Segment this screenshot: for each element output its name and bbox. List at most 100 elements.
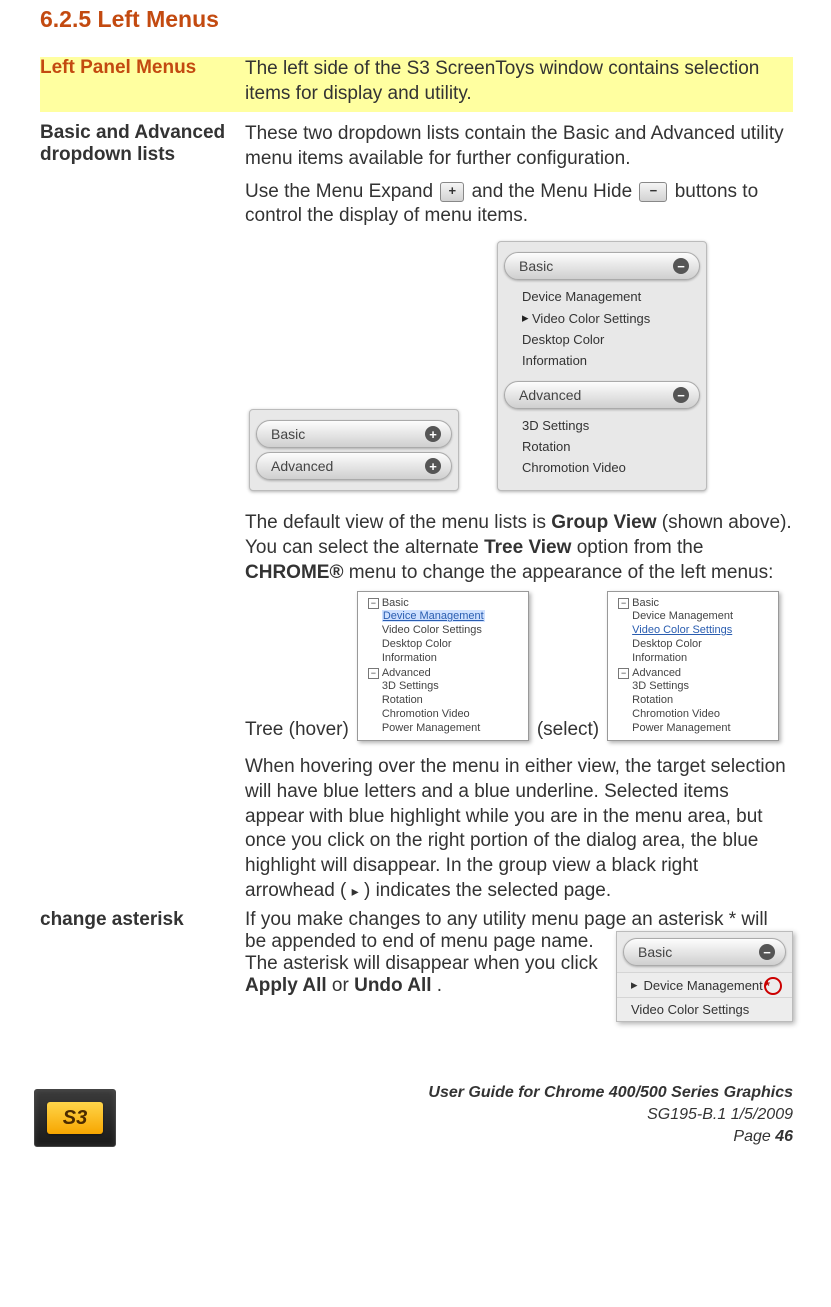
item-label: Information bbox=[522, 353, 587, 368]
label-dropdowns: Basic and Advanced dropdown lists bbox=[40, 112, 245, 909]
pill-label: Basic bbox=[271, 426, 305, 442]
page-number: 46 bbox=[775, 1128, 793, 1145]
pill-basic-asterisk[interactable]: Basic − bbox=[623, 938, 786, 966]
list-item[interactable]: Video Color Settings bbox=[617, 997, 792, 1021]
s3-logo-text: S3 bbox=[47, 1102, 103, 1134]
panel-expanded: Basic − Device Management ▸Video Color S… bbox=[497, 241, 707, 491]
tree-node[interactable]: Basic bbox=[632, 597, 659, 609]
tree-toggle-icon[interactable]: − bbox=[618, 598, 629, 609]
tree-node[interactable]: Advanced bbox=[382, 667, 431, 679]
footer-doc-id: SG195-B.1 1/5/2009 bbox=[428, 1104, 793, 1126]
panel-collapsed: Basic + Advanced + bbox=[249, 409, 459, 491]
tree-item[interactable]: Device Management bbox=[632, 609, 774, 623]
tree-item[interactable]: Power Management bbox=[632, 721, 774, 735]
list-item[interactable]: Device Management bbox=[518, 286, 700, 307]
item-label: Device Management bbox=[522, 289, 641, 304]
txt: menu to change the appearance of the lef… bbox=[349, 562, 774, 583]
list-item-marked[interactable]: ▸ Device Management * bbox=[617, 972, 792, 997]
menu-hide-icon: − bbox=[639, 182, 667, 202]
list-item[interactable]: Chromotion Video bbox=[518, 457, 700, 478]
caret-icon: ▸ bbox=[522, 310, 532, 326]
txt: The default view of the menu lists is bbox=[245, 512, 551, 533]
tree-item[interactable]: Rotation bbox=[632, 693, 774, 707]
red-circle-icon bbox=[764, 977, 782, 995]
menu-expand-icon: + bbox=[440, 182, 464, 202]
list-item[interactable]: Desktop Color bbox=[518, 329, 700, 350]
item-label: Device Management bbox=[644, 978, 763, 993]
dropdowns-expand-hide-text: Use the Menu Expand + and the Menu Hide … bbox=[245, 180, 793, 229]
tree-node[interactable]: Basic bbox=[382, 597, 409, 609]
tree-item[interactable]: Chromotion Video bbox=[632, 707, 774, 721]
item-label: Device Management bbox=[382, 610, 485, 622]
item-label: Video Color Settings bbox=[532, 311, 650, 326]
txt: and the Menu Hide bbox=[472, 181, 638, 202]
figure-group-view: Basic + Advanced + Basic − bbox=[245, 235, 793, 497]
label-change-asterisk: change asterisk bbox=[40, 909, 245, 1022]
basic-items-list: Device Management ▸Video Color Settings … bbox=[504, 284, 700, 377]
list-item[interactable]: 3D Settings bbox=[518, 415, 700, 436]
item-label: Chromotion Video bbox=[522, 460, 626, 475]
footer-page: Page 46 bbox=[428, 1126, 793, 1148]
tree-item[interactable]: Device Management bbox=[382, 609, 524, 623]
row-change-asterisk: change asterisk If you make changes to a… bbox=[40, 909, 793, 1022]
row-left-panel-menus: Left Panel Menus The left side of the S3… bbox=[40, 57, 793, 112]
txt: . bbox=[437, 975, 442, 996]
minus-icon: − bbox=[673, 387, 689, 403]
tree-item[interactable]: Desktop Color bbox=[382, 637, 524, 651]
pill-basic-expanded[interactable]: Basic − bbox=[504, 252, 700, 280]
txt: Use the Menu Expand bbox=[245, 181, 438, 202]
figure-tree-views: Tree (hover) −Basic Device Management Vi… bbox=[245, 591, 793, 741]
arrowhead-icon: ▸ bbox=[352, 883, 359, 899]
pill-label: Basic bbox=[638, 944, 672, 960]
tree-toggle-icon[interactable]: − bbox=[368, 668, 379, 679]
tree-item[interactable]: Chromotion Video bbox=[382, 707, 524, 721]
list-item[interactable]: ▸Video Color Settings bbox=[518, 307, 700, 329]
minus-icon: − bbox=[673, 258, 689, 274]
label-left-panel-menus: Left Panel Menus bbox=[40, 57, 245, 112]
caption-tree-select: (select) bbox=[537, 719, 599, 741]
item-label: 3D Settings bbox=[522, 418, 589, 433]
page-footer: S3 User Guide for Chrome 400/500 Series … bbox=[0, 1082, 831, 1165]
s3-logo: S3 bbox=[34, 1089, 116, 1147]
tree-item[interactable]: Video Color Settings bbox=[382, 623, 524, 637]
tree-item[interactable]: Video Color Settings bbox=[632, 623, 774, 637]
txt-bold: Group View bbox=[551, 512, 656, 533]
txt: ) indicates the selected page. bbox=[364, 880, 611, 901]
txt: option from the bbox=[577, 537, 704, 558]
tree-select-box: −Basic Device Management Video Color Set… bbox=[607, 591, 779, 741]
section-heading: 6.2.5 Left Menus bbox=[40, 6, 793, 33]
item-label: Rotation bbox=[522, 439, 570, 454]
pill-advanced-expanded[interactable]: Advanced − bbox=[504, 381, 700, 409]
txt-bold: Undo All bbox=[354, 975, 431, 996]
item-label: Desktop Color bbox=[522, 332, 604, 347]
caret-icon: ▸ bbox=[631, 977, 638, 993]
list-item[interactable]: Information bbox=[518, 350, 700, 371]
txt: or bbox=[332, 975, 354, 996]
pill-label: Basic bbox=[519, 258, 553, 274]
tree-toggle-icon[interactable]: − bbox=[618, 668, 629, 679]
tree-item[interactable]: Power Management bbox=[382, 721, 524, 735]
tree-item[interactable]: Information bbox=[382, 651, 524, 665]
tree-item[interactable]: 3D Settings bbox=[382, 679, 524, 693]
dropdowns-intro: These two dropdown lists contain the Bas… bbox=[245, 122, 793, 171]
list-item[interactable]: Rotation bbox=[518, 436, 700, 457]
pill-label: Advanced bbox=[519, 387, 581, 403]
pill-advanced-collapsed[interactable]: Advanced + bbox=[256, 452, 452, 480]
tree-item[interactable]: Information bbox=[632, 651, 774, 665]
minus-icon: − bbox=[759, 944, 775, 960]
txt-bold: Tree View bbox=[484, 537, 571, 558]
tree-item[interactable]: Desktop Color bbox=[632, 637, 774, 651]
tree-hover-box: −Basic Device Management Video Color Set… bbox=[357, 591, 529, 741]
tree-toggle-icon[interactable]: − bbox=[368, 598, 379, 609]
txt: Page bbox=[733, 1128, 775, 1145]
txt-bold: Apply All bbox=[245, 975, 327, 996]
caption-tree-hover: Tree (hover) bbox=[245, 719, 349, 741]
footer-title: User Guide for Chrome 400/500 Series Gra… bbox=[428, 1082, 793, 1104]
pill-basic-collapsed[interactable]: Basic + bbox=[256, 420, 452, 448]
tree-node[interactable]: Advanced bbox=[632, 667, 681, 679]
txt-bold: CHROME® bbox=[245, 562, 343, 583]
tree-item[interactable]: 3D Settings bbox=[632, 679, 774, 693]
tree-item[interactable]: Rotation bbox=[382, 693, 524, 707]
asterisk-figure-panel: Basic − ▸ Device Management * Video Colo… bbox=[616, 931, 793, 1022]
plus-icon: + bbox=[425, 458, 441, 474]
